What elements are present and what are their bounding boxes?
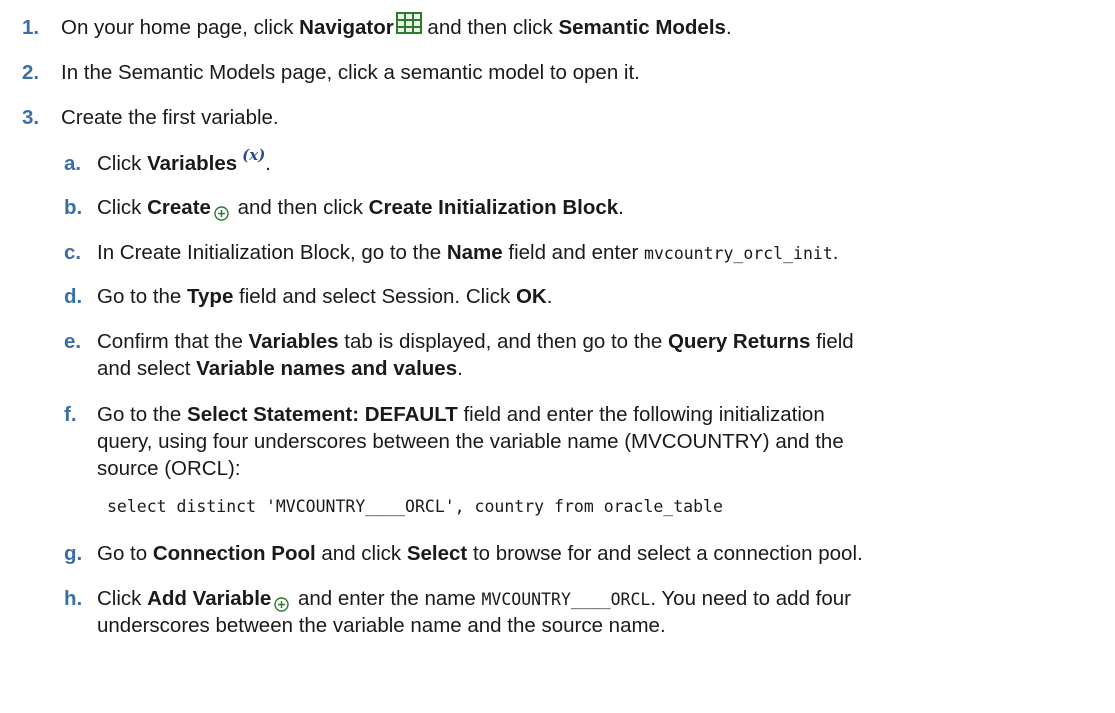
step-number: 3. (22, 106, 40, 129)
substep-text: Click Variables (x). (97, 146, 271, 180)
substep-text: Click Create and then click Create Initi… (97, 196, 624, 221)
step-text: Create the first variable. (61, 106, 279, 129)
variables-icon: (x) (242, 146, 266, 165)
substep-text: Go to the Type field and select Session.… (97, 285, 553, 308)
substep-letter: c. (64, 241, 82, 264)
navigator-grid-icon (395, 11, 422, 34)
semantic-models-label: Semantic Models (558, 16, 726, 39)
substep-letter: h. (64, 587, 83, 610)
step-text: In the Semantic Models page, click a sem… (61, 61, 640, 84)
substep-text: Go to Connection Pool and click Select t… (97, 542, 863, 565)
substep-text-line-3: source (ORCL): (97, 457, 241, 480)
substep-text-line-2: and select Variable names and values. (97, 357, 463, 380)
substep-letter: f. (64, 403, 77, 426)
substep-letter: d. (64, 285, 83, 308)
ok-label: OK (515, 285, 547, 308)
substep-letter: b. (64, 196, 83, 219)
code-sample: select distinct 'MVCOUNTRY____ORCL', cou… (107, 497, 723, 516)
step-text: On your home page, click Navigator and t… (61, 11, 732, 43)
select-statement-label: Select Statement: DEFAULT (187, 403, 458, 426)
add-variable-label: Add Variable (147, 587, 272, 610)
variable-names-values-label: Variable names and values (196, 357, 458, 380)
substep-letter: g. (64, 542, 83, 565)
instruction-document: 1. On your home page, click Navigator an… (0, 0, 1115, 713)
substep-letter: e. (64, 330, 82, 353)
query-returns-label: Query Returns (667, 330, 811, 353)
create-init-block-label: Create Initialization Block (368, 196, 619, 219)
step-number: 1. (22, 16, 40, 39)
create-label: Create (147, 196, 211, 219)
name-field-label: Name (446, 241, 503, 264)
inline-code: MVCOUNTRY____ORCL (481, 590, 651, 609)
variables-tab-label: Variables (248, 330, 339, 353)
type-field-label: Type (187, 285, 234, 308)
select-label: Select (406, 542, 468, 565)
connection-pool-label: Connection Pool (152, 542, 316, 565)
step-number: 2. (22, 61, 40, 84)
navigator-label: Navigator (299, 16, 394, 39)
variables-label: Variables (147, 152, 238, 175)
substep-text-line-2: underscores between the variable name an… (97, 614, 666, 637)
substep-text: In Create Initialization Block, go to th… (97, 241, 839, 264)
substep-letter: a. (64, 152, 82, 175)
inline-code: mvcountry_orcl_init (644, 244, 833, 263)
add-circle-icon (274, 590, 289, 612)
add-circle-icon (214, 199, 229, 221)
